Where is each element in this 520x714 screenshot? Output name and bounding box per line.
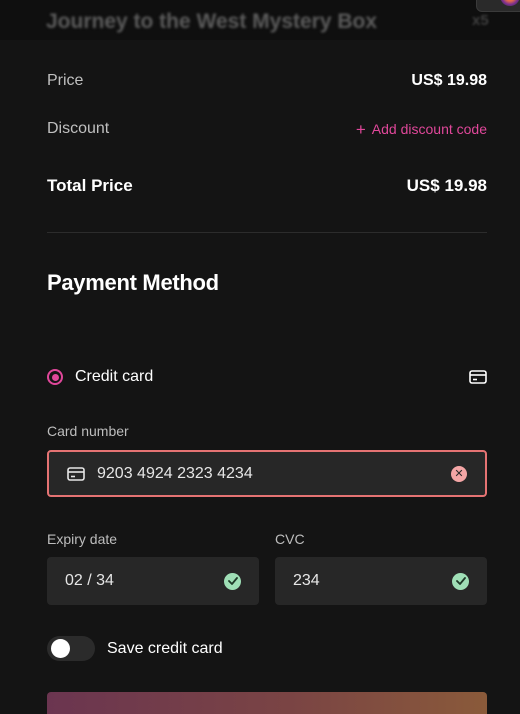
save-credit-card-toggle[interactable] [47,636,95,661]
cvc-field[interactable]: 234 [275,557,487,605]
credit-card-icon [469,370,487,384]
expiry-date-field[interactable]: 02 / 34 [47,557,259,605]
total-label: Total Price [47,176,133,195]
expiry-date-label: Expiry date [47,531,118,547]
card-number-field[interactable]: 9203 4924 2323 4234 ✕ [47,450,487,497]
expiry-date-value[interactable]: 02 / 34 [65,572,224,590]
discount-row: Discount + Add discount code [47,120,487,138]
price-value: US$ 19.98 [411,72,487,89]
check-circle-icon [224,572,241,590]
credit-card-label: Credit card [75,368,154,385]
product-header: Journey to the West Mystery Box x5 [0,0,520,40]
price-label: Price [47,72,84,89]
toggle-knob [51,639,70,658]
payment-method-credit-card[interactable]: Credit card [47,364,487,390]
save-credit-card-row: Save credit card [47,636,223,661]
card-number-value[interactable]: 9203 4924 2323 4234 [97,465,451,483]
clear-icon[interactable]: ✕ [451,465,467,482]
price-row: Price US$ 19.98 [47,72,487,90]
plus-icon: + [355,119,366,139]
save-credit-card-label: Save credit card [107,639,223,657]
cvc-label: CVC [275,531,305,547]
check-circle-icon [452,572,469,590]
payment-method-title: Payment Method [47,270,219,295]
add-discount-code-link[interactable]: + Add discount code [356,121,487,138]
discount-label: Discount [47,120,110,137]
cvc-value[interactable]: 234 [293,572,452,590]
divider [47,232,487,233]
add-discount-code-text: Add discount code [371,121,487,137]
total-value: US$ 19.98 [406,176,487,195]
card-number-label: Card number [47,423,129,439]
credit-card-icon [67,466,85,481]
total-row: Total Price US$ 19.98 [47,176,487,196]
product-title: Journey to the West Mystery Box [46,10,378,33]
product-quantity: x5 [472,12,489,29]
credit-card-radio[interactable] [47,369,63,385]
pay-button[interactable] [47,692,487,714]
